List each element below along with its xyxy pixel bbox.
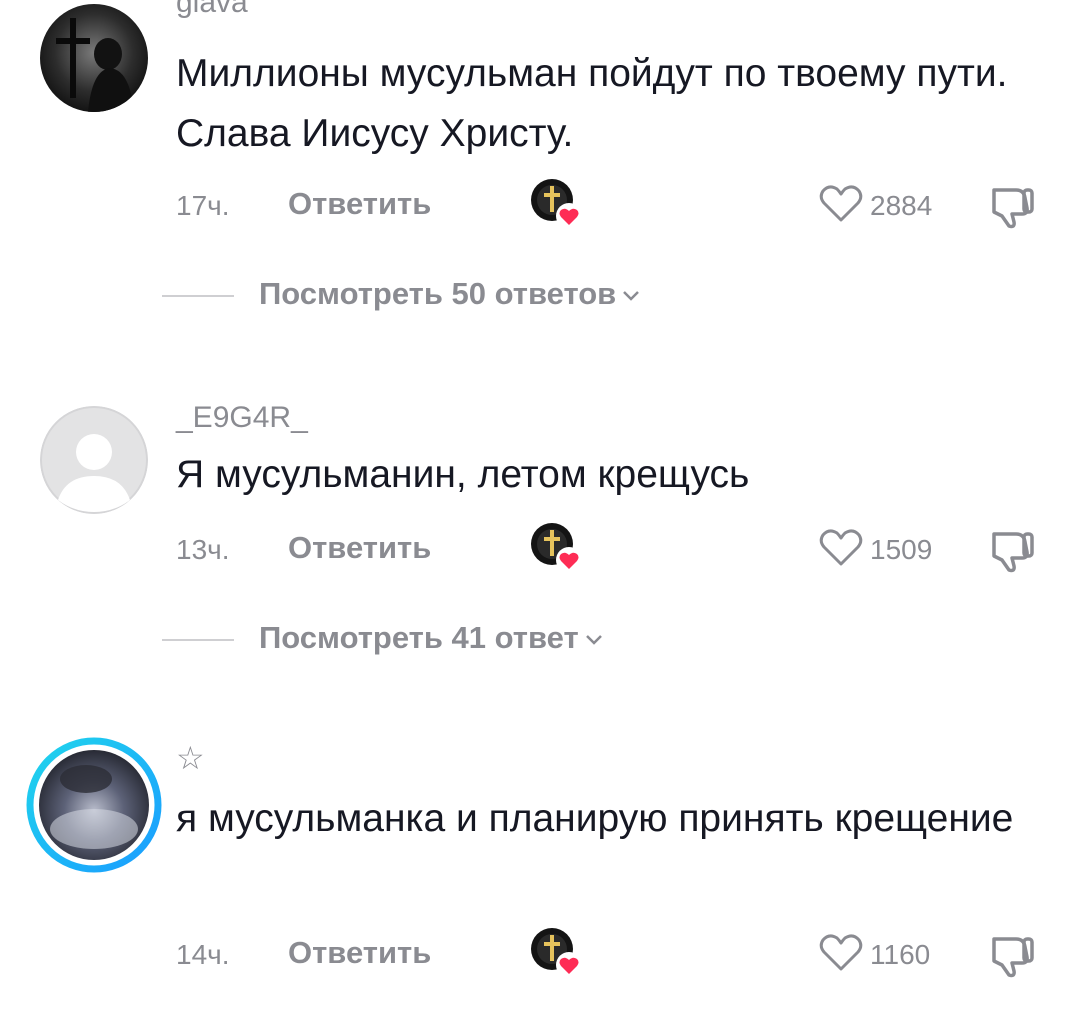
view-replies-label: Посмотреть 41 ответ <box>259 620 579 655</box>
thumb-down-icon[interactable] <box>986 182 1036 235</box>
chevron-down-icon <box>585 634 602 645</box>
avatar[interactable] <box>26 737 162 873</box>
thumb-down-icon[interactable] <box>986 931 1036 984</box>
comment-time: 17ч. <box>176 190 230 221</box>
comment-text: я мусульманка и планирую принять крещени… <box>176 797 1014 840</box>
view-replies-label: Посмотреть 50 ответов <box>259 276 617 311</box>
comment-actions: 14ч. Ответить 1160 <box>176 928 1080 984</box>
like-count: 1509 <box>870 534 933 565</box>
divider <box>162 295 234 297</box>
like-count: 1160 <box>870 939 931 970</box>
avatar[interactable] <box>40 406 148 514</box>
comment-actions: 17ч. Ответить 2884 <box>176 179 1080 235</box>
creator-liked-avatar-heart-icon <box>528 520 586 578</box>
creator-liked-avatar-heart-icon <box>528 925 586 983</box>
like-count: 2884 <box>870 190 933 221</box>
chevron-down-icon <box>623 290 640 301</box>
comment-time: 14ч. <box>176 939 230 970</box>
creator-liked-avatar-heart-icon <box>528 176 586 234</box>
cross-silhouette-avatar-icon <box>40 4 148 112</box>
heart-outline-icon[interactable] <box>818 526 864 573</box>
username[interactable]: _E9G4R_ <box>176 401 308 435</box>
divider <box>162 639 234 641</box>
default-avatar-icon <box>40 406 148 514</box>
avatar[interactable] <box>40 4 148 112</box>
story-ring-avatar-icon <box>26 737 162 873</box>
reply-button[interactable]: Ответить <box>288 530 431 566</box>
thumb-down-icon[interactable] <box>986 526 1036 579</box>
comment-text: Миллионы мусульман пойдут по твоему пути… <box>176 52 1008 155</box>
username[interactable]: glava <box>176 0 248 20</box>
reply-button[interactable]: Ответить <box>288 935 431 971</box>
reply-button[interactable]: Ответить <box>288 186 431 222</box>
comment-time: 13ч. <box>176 534 230 565</box>
heart-outline-icon[interactable] <box>818 931 864 978</box>
comment-actions: 13ч. Ответить 1509 <box>176 523 1080 579</box>
heart-outline-icon[interactable] <box>818 182 864 229</box>
username-star[interactable]: ☆ <box>176 739 205 777</box>
comment-text: Я мусульманин, летом крещусь <box>176 453 750 496</box>
